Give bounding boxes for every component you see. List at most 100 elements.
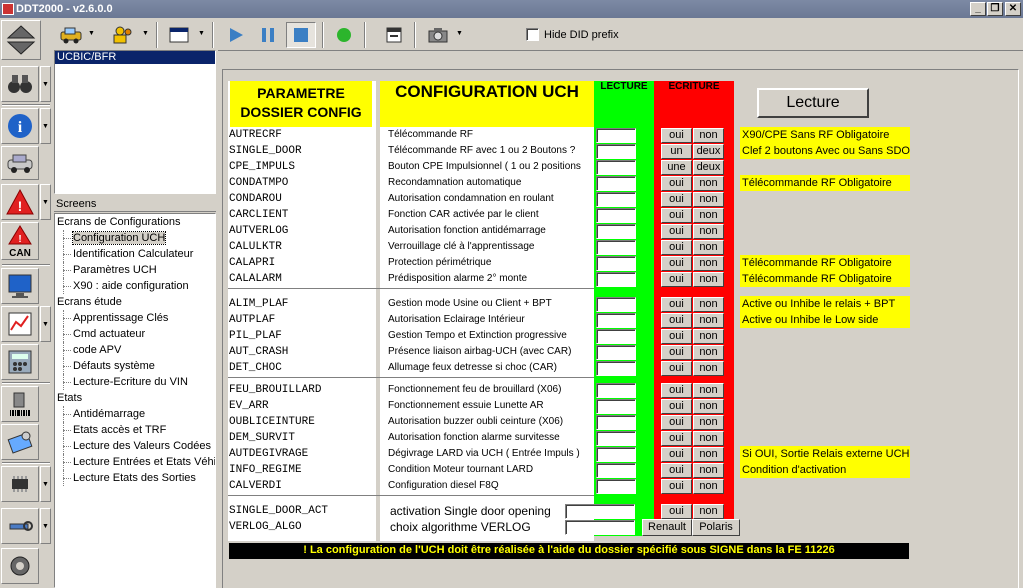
write-option-2-button[interactable]: non xyxy=(693,128,724,143)
screens-tree[interactable]: Ecrans de Configurations Configuration U… xyxy=(54,213,216,588)
play-icon[interactable] xyxy=(222,22,250,48)
write-option-1-button[interactable]: un xyxy=(661,144,692,159)
write-option-2-button[interactable]: non xyxy=(693,313,724,328)
verlog-polaris-button[interactable]: Polaris xyxy=(692,519,740,536)
write-option-2-button[interactable]: non xyxy=(693,240,724,255)
binoculars-dropdown-icon[interactable]: ▼ xyxy=(40,66,51,102)
write-option-2-button[interactable]: non xyxy=(693,208,724,223)
ecu-list-item-selected[interactable]: UCBIC/BFR xyxy=(55,51,215,64)
monitor-icon[interactable] xyxy=(1,268,39,304)
camera-icon[interactable] xyxy=(424,22,452,48)
write-option-2-button[interactable]: non xyxy=(693,504,724,519)
stop-icon[interactable] xyxy=(286,22,316,48)
write-option-1-button[interactable]: oui xyxy=(661,504,692,519)
close-button[interactable]: ✕ xyxy=(1005,2,1021,16)
write-option-1-button[interactable]: oui xyxy=(661,208,692,223)
write-option-1-button[interactable]: oui xyxy=(661,479,692,494)
write-option-2-button[interactable]: non xyxy=(693,297,724,312)
write-option-1-button[interactable]: oui xyxy=(661,192,692,207)
pause-icon[interactable] xyxy=(254,22,282,48)
tree-item[interactable]: Défauts système xyxy=(55,358,215,374)
chart-dropdown-icon[interactable]: ▼ xyxy=(40,306,51,342)
write-option-2-button[interactable]: non xyxy=(693,176,724,191)
write-option-2-button[interactable]: deux xyxy=(693,160,724,175)
hide-did-option[interactable]: Hide DID prefix xyxy=(526,28,619,41)
tree-item[interactable]: Apprentissage Clés xyxy=(55,310,215,326)
write-option-2-button[interactable]: non xyxy=(693,345,724,360)
write-option-1-button[interactable]: oui xyxy=(661,272,692,287)
write-option-2-button[interactable]: non xyxy=(693,329,724,344)
restore-button[interactable]: ❐ xyxy=(987,2,1003,16)
car-diag-icon[interactable] xyxy=(1,146,39,180)
write-option-1-button[interactable]: oui xyxy=(661,224,692,239)
write-option-1-button[interactable]: oui xyxy=(661,399,692,414)
write-option-1-button[interactable]: oui xyxy=(661,447,692,462)
tree-item[interactable]: Lecture Entrées et Etats Véhic xyxy=(55,454,215,470)
write-option-1-button[interactable]: oui xyxy=(661,383,692,398)
write-option-1-button[interactable]: oui xyxy=(661,128,692,143)
write-option-2-button[interactable]: non xyxy=(693,256,724,271)
write-option-1-button[interactable]: oui xyxy=(661,463,692,478)
write-option-1-button[interactable]: oui xyxy=(661,345,692,360)
write-option-1-button[interactable]: oui xyxy=(661,361,692,376)
write-option-2-button[interactable]: non xyxy=(693,361,724,376)
tree-item[interactable]: Identification Calculateur xyxy=(55,246,215,262)
barcode-icon[interactable] xyxy=(1,386,39,422)
wrench-icon[interactable] xyxy=(1,508,39,544)
window-icon[interactable] xyxy=(164,22,194,48)
tree-category[interactable]: Ecrans de Configurations xyxy=(55,214,215,230)
tree-item[interactable]: Etats accès et TRF xyxy=(55,422,215,438)
write-option-1-button[interactable]: oui xyxy=(661,297,692,312)
tree-item[interactable]: Lecture-Ecriture du VIN xyxy=(55,374,215,390)
warning-dropdown-icon[interactable]: ▼ xyxy=(40,184,51,220)
can-warning-icon[interactable]: ! CAN xyxy=(1,222,39,260)
tree-item[interactable]: Paramètres UCH xyxy=(55,262,215,278)
navigate-icon[interactable] xyxy=(1,20,41,60)
write-option-1-button[interactable]: oui xyxy=(661,329,692,344)
tree-category[interactable]: Ecrans étude xyxy=(55,294,215,310)
ecu-list[interactable]: UCBIC/BFR xyxy=(54,50,216,194)
hide-did-checkbox[interactable] xyxy=(526,28,539,41)
tree-item[interactable]: code APV xyxy=(55,342,215,358)
write-option-2-button[interactable]: non xyxy=(693,272,724,287)
write-option-2-button[interactable]: deux xyxy=(693,144,724,159)
dialog-icon[interactable] xyxy=(380,22,408,48)
write-option-2-button[interactable]: non xyxy=(693,431,724,446)
write-option-2-button[interactable]: non xyxy=(693,447,724,462)
users-dropdown-icon[interactable]: ▼ xyxy=(142,30,149,37)
write-option-2-button[interactable]: non xyxy=(693,463,724,478)
write-option-1-button[interactable]: oui xyxy=(661,256,692,271)
calculator-icon[interactable] xyxy=(1,344,39,380)
binoculars-icon[interactable] xyxy=(1,66,39,102)
write-option-1-button[interactable]: oui xyxy=(661,176,692,191)
write-option-2-button[interactable]: non xyxy=(693,383,724,398)
write-option-2-button[interactable]: non xyxy=(693,415,724,430)
chip-dropdown-icon[interactable]: ▼ xyxy=(40,466,51,502)
write-option-2-button[interactable]: non xyxy=(693,192,724,207)
write-option-2-button[interactable]: non xyxy=(693,224,724,239)
verlog-renault-button[interactable]: Renault xyxy=(642,519,692,536)
gear-icon[interactable] xyxy=(1,548,39,584)
key-programming-icon[interactable] xyxy=(1,424,39,460)
tree-category[interactable]: Etats xyxy=(55,390,215,406)
vehicle-icon[interactable] xyxy=(56,22,86,48)
vehicle-dropdown-icon[interactable]: ▼ xyxy=(88,30,95,37)
tree-item[interactable]: X90 : aide configuration xyxy=(55,278,215,294)
window-dropdown-icon[interactable]: ▼ xyxy=(198,30,205,37)
tree-item[interactable]: Lecture des Valeurs Codées xyxy=(55,438,215,454)
write-option-1-button[interactable]: oui xyxy=(661,431,692,446)
info-icon[interactable]: i xyxy=(1,108,39,144)
write-option-1-button[interactable]: oui xyxy=(661,313,692,328)
chip-icon[interactable] xyxy=(1,466,39,502)
lecture-button[interactable]: Lecture xyxy=(757,88,869,118)
users-icon[interactable] xyxy=(108,22,138,48)
tree-item[interactable]: Antidémarrage xyxy=(55,406,215,422)
tree-item[interactable]: Configuration UCH xyxy=(55,230,215,246)
write-option-2-button[interactable]: non xyxy=(693,399,724,414)
tree-item[interactable]: Lecture Etats des Sorties xyxy=(55,470,215,486)
chart-icon[interactable] xyxy=(1,306,39,342)
wrench-dropdown-icon[interactable]: ▼ xyxy=(40,508,51,544)
minimize-button[interactable]: _ xyxy=(970,2,986,16)
record-icon[interactable] xyxy=(330,22,358,48)
write-option-2-button[interactable]: non xyxy=(693,479,724,494)
